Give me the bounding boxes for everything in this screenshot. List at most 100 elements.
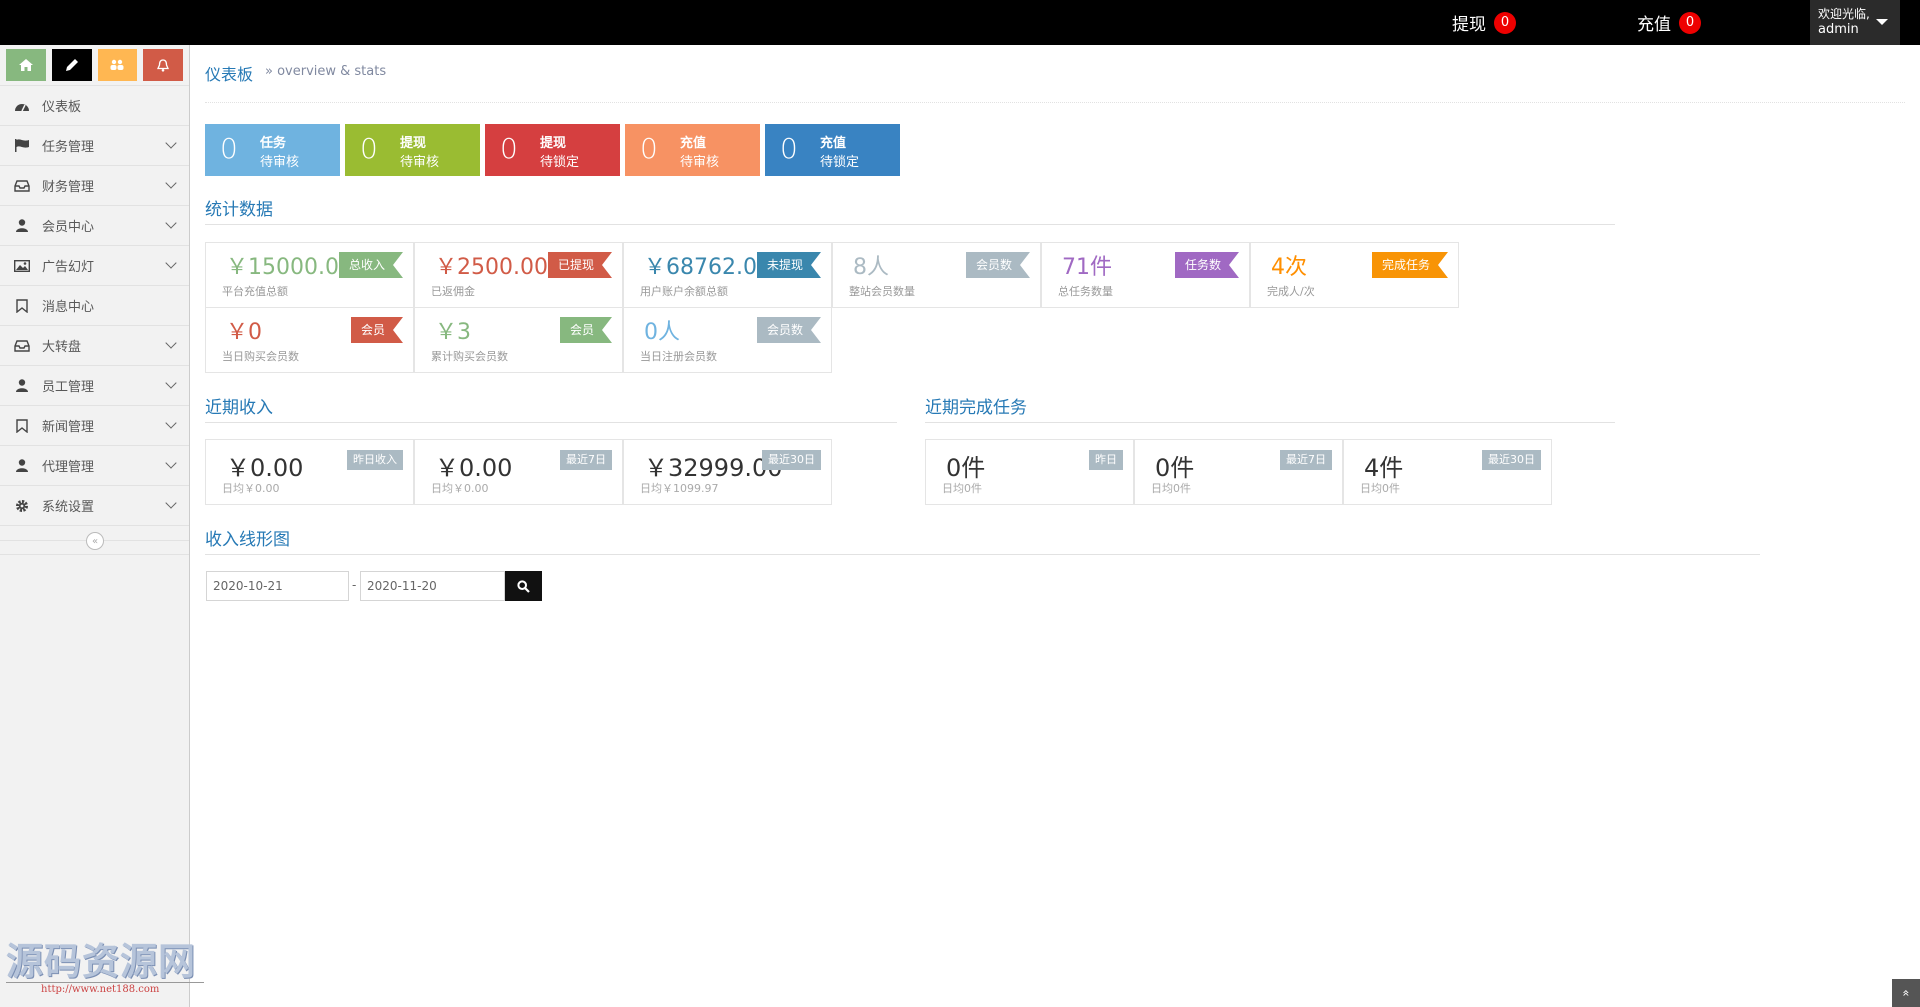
infobox-title: 充值 xyxy=(820,136,847,151)
sidebar-item-label: 财务管理 xyxy=(42,180,95,195)
sidebar-item-label: 仪表板 xyxy=(42,100,82,115)
infobox-count: 0 xyxy=(220,132,238,165)
bookmark-icon xyxy=(12,298,32,313)
stat-label: 当日注册会员数 xyxy=(640,350,717,363)
sidebar-item-label: 消息中心 xyxy=(42,300,95,315)
sidebar-item-news[interactable]: 新闻管理 xyxy=(0,405,189,445)
stat-tag: 会员数 xyxy=(757,317,821,343)
withdraw-nav[interactable]: 提现 0 xyxy=(1452,0,1516,45)
stat-tag: 完成任务 xyxy=(1372,252,1448,278)
sidebar-item-dashboard[interactable]: 仪表板 xyxy=(0,85,189,125)
date-separator: - xyxy=(352,578,357,592)
sidebar-item-wheel[interactable]: 大转盘 xyxy=(0,325,189,365)
edit-shortcut-button[interactable] xyxy=(51,49,92,81)
user-icon xyxy=(12,379,32,392)
income-30days: ￥32999.00 最近30日 日均￥1099.97 xyxy=(623,439,832,505)
tasks-value: 0件 xyxy=(946,454,986,482)
sidebar-item-settings[interactable]: 系统设置 xyxy=(0,485,189,525)
stat-label: 平台充值总额 xyxy=(222,285,288,298)
stat-today-purchase: ￥0 会员 当日购买会员数 xyxy=(205,307,414,373)
chart-section-title: 收入线形图 xyxy=(205,525,1760,555)
tasks-tag: 最近30日 xyxy=(1482,450,1541,470)
infobox-subtitle: 待审核 xyxy=(680,155,720,170)
chevron-down-icon xyxy=(165,457,177,469)
sidebar-item-staff[interactable]: 员工管理 xyxy=(0,365,189,405)
income-yesterday: ￥0.00 昨日收入 日均￥0.00 xyxy=(205,439,414,505)
infobox-count: 0 xyxy=(360,132,378,165)
pencil-icon xyxy=(65,59,78,71)
sidebar-item-label: 员工管理 xyxy=(42,380,95,395)
sidebar-item-members[interactable]: 会员中心 xyxy=(0,205,189,245)
stat-tag: 已提现 xyxy=(548,252,612,278)
inbox-icon xyxy=(12,179,32,192)
infobox-subtitle: 待审核 xyxy=(400,155,440,170)
infobox-recharge-locked[interactable]: 0 充值 待锁定 xyxy=(765,124,900,176)
date-to-input[interactable]: 2020-11-20 xyxy=(360,571,505,601)
infobox-title: 提现 xyxy=(400,136,427,151)
sidebar-item-ads[interactable]: 广告幻灯 xyxy=(0,245,189,285)
stat-tag: 未提现 xyxy=(757,252,821,278)
stats-section-title: 统计数据 xyxy=(205,195,1615,225)
infobox-withdraw-pending[interactable]: 0 提现 待审核 xyxy=(345,124,480,176)
scroll-to-top-button[interactable]: » xyxy=(1892,979,1920,1007)
date-from-input[interactable]: 2020-10-21 xyxy=(206,571,349,601)
bell-icon xyxy=(157,58,170,72)
user-icon xyxy=(12,219,32,232)
home-shortcut-button[interactable] xyxy=(6,49,46,81)
infobox-subtitle: 待锁定 xyxy=(820,155,860,170)
double-chevron-left-icon: « xyxy=(91,535,99,547)
users-shortcut-button[interactable] xyxy=(97,49,138,81)
stat-balance: ￥68762.00 未提现 用户账户余额总额 xyxy=(623,242,832,308)
bookmark-icon xyxy=(12,418,32,433)
sidebar-item-finance[interactable]: 财务管理 xyxy=(0,165,189,205)
stat-completed: 4次 完成任务 完成人/次 xyxy=(1250,242,1459,308)
stat-value: ￥3 xyxy=(435,320,471,345)
inbox-icon xyxy=(12,339,32,352)
sidebar-item-label: 大转盘 xyxy=(42,340,82,355)
sidebar-item-label: 会员中心 xyxy=(42,220,95,235)
stat-value: 8人 xyxy=(853,255,889,280)
users-icon xyxy=(110,59,124,70)
page-header: 仪表板 » overview & stats xyxy=(205,61,1905,103)
infobox-title: 充值 xyxy=(680,136,707,151)
income-label: 日均￥0.00 xyxy=(431,482,489,495)
tasks-tag: 昨日 xyxy=(1089,450,1123,470)
stat-commission: ￥2500.00 已提现 已返佣金 xyxy=(414,242,623,308)
collapse-sidebar-button[interactable]: « xyxy=(86,532,104,550)
search-button[interactable] xyxy=(505,571,542,601)
stat-label: 整站会员数量 xyxy=(849,285,915,298)
sidebar-item-agents[interactable]: 代理管理 xyxy=(0,445,189,485)
infobox-subtitle: 待锁定 xyxy=(540,155,580,170)
income-label: 日均￥0.00 xyxy=(222,482,280,495)
tasks-label: 日均0件 xyxy=(1151,482,1191,495)
chevron-down-icon xyxy=(165,217,177,229)
infobox-count: 0 xyxy=(780,132,798,165)
withdraw-badge: 0 xyxy=(1494,11,1516,34)
stat-value: 4次 xyxy=(1271,255,1307,280)
bell-shortcut-button[interactable] xyxy=(143,49,183,81)
infobox-title: 任务 xyxy=(260,136,287,151)
sidebar-item-messages[interactable]: 消息中心 xyxy=(0,285,189,325)
stat-value: 71件 xyxy=(1062,255,1112,280)
infobox-withdraw-locked[interactable]: 0 提现 待锁定 xyxy=(485,124,620,176)
double-chevron-up-icon: » xyxy=(1899,989,1913,997)
user-menu[interactable]: 欢迎光临, admin xyxy=(1810,0,1900,45)
page-subtitle: » overview & stats xyxy=(265,64,387,79)
gear-icon xyxy=(12,499,32,513)
stat-tag: 会员 xyxy=(560,317,612,343)
infobox-title: 提现 xyxy=(540,136,567,151)
stat-value: ￥68762.00 xyxy=(644,255,771,280)
chevron-down-icon xyxy=(165,337,177,349)
recharge-badge: 0 xyxy=(1679,11,1701,34)
tasks-section-title: 近期完成任务 xyxy=(925,393,1615,423)
stat-value: ￥15000.00 xyxy=(226,255,353,280)
withdraw-label: 提现 xyxy=(1452,15,1486,35)
chevron-down-icon xyxy=(165,497,177,509)
recharge-nav[interactable]: 充值 0 xyxy=(1637,0,1701,45)
infobox-task-pending[interactable]: 0 任务 待审核 xyxy=(205,124,340,176)
infobox-subtitle: 待审核 xyxy=(260,155,300,170)
sidebar-item-tasks[interactable]: 任务管理 xyxy=(0,125,189,165)
stat-label: 累计购买会员数 xyxy=(431,350,508,363)
infobox-recharge-pending[interactable]: 0 充值 待审核 xyxy=(625,124,760,176)
stat-value: ￥2500.00 xyxy=(435,255,548,280)
